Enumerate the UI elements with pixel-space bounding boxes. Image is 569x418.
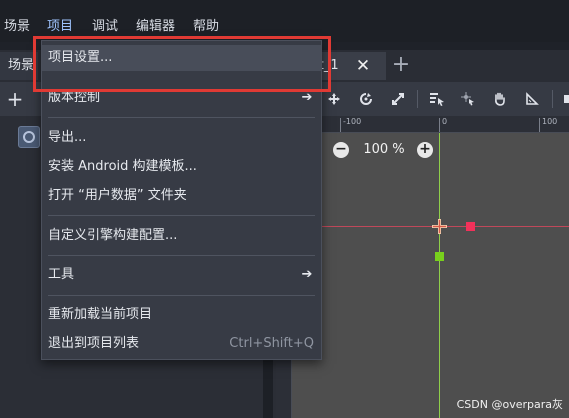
node-2d-icon[interactable]	[18, 126, 40, 148]
menu-scene[interactable]: 场景	[4, 17, 30, 37]
zoom-in-button[interactable]: +	[417, 142, 433, 158]
ruler-icon[interactable]	[520, 86, 544, 112]
menu-item-export[interactable]: 导出...	[42, 125, 321, 151]
ruler-label: -100	[343, 117, 362, 126]
pan-hand-icon[interactable]	[488, 86, 512, 112]
scale-icon[interactable]	[386, 86, 410, 112]
submenu-arrow-icon: ➔	[301, 267, 313, 282]
y-axis-line	[439, 133, 440, 418]
menu-editor[interactable]: 编辑器	[136, 17, 175, 37]
add-node-icon[interactable]: +	[3, 86, 27, 112]
list-select-icon[interactable]	[425, 86, 449, 112]
rotate-icon[interactable]	[354, 86, 378, 112]
origin-cross-icon[interactable]	[432, 219, 447, 234]
menu-separator	[48, 295, 315, 296]
pivot-icon[interactable]	[456, 86, 480, 112]
menu-separator	[48, 215, 315, 216]
x-scale-handle[interactable]	[466, 222, 475, 231]
menu-item-install-android-template[interactable]: 安装 Android 构建模板...	[42, 154, 321, 180]
toolbar-separator	[552, 90, 553, 108]
menu-item-reload-project[interactable]: 重新加载当前项目	[42, 302, 321, 328]
zoom-level-label[interactable]: 100 %	[356, 142, 412, 158]
highlight-annotation-box	[33, 36, 331, 92]
x-axis-line	[292, 226, 569, 227]
menu-item-custom-engine-build[interactable]: 自定义引擎构建配置...	[42, 223, 321, 249]
y-scale-handle[interactable]	[435, 252, 444, 261]
ruler-label: 0	[442, 117, 448, 126]
shortcut-label: Ctrl+Shift+Q	[229, 336, 314, 351]
menu-debug[interactable]: 调试	[92, 17, 118, 37]
ruler-tick	[340, 118, 341, 132]
menu-project[interactable]: 项目	[47, 17, 73, 37]
more-tools-icon[interactable]	[556, 86, 569, 112]
ruler-tick	[539, 118, 540, 132]
add-tab-icon[interactable]: +	[390, 50, 412, 80]
menu-separator	[48, 255, 315, 256]
close-icon[interactable]: ✕	[354, 52, 372, 80]
zoom-out-button[interactable]: −	[333, 142, 349, 158]
ruler-label: 100	[542, 117, 558, 126]
dock-scrollbar[interactable]	[263, 360, 273, 418]
menu-item-open-user-data[interactable]: 打开 “用户数据” 文件夹	[42, 183, 321, 209]
toolbar-separator	[417, 90, 418, 108]
menu-separator	[48, 117, 315, 118]
menu-item-tools[interactable]: 工具	[42, 262, 321, 288]
watermark: CSDN @overpara灰	[456, 398, 563, 411]
menu-help[interactable]: 帮助	[193, 17, 219, 37]
ruler-tick	[439, 118, 440, 132]
